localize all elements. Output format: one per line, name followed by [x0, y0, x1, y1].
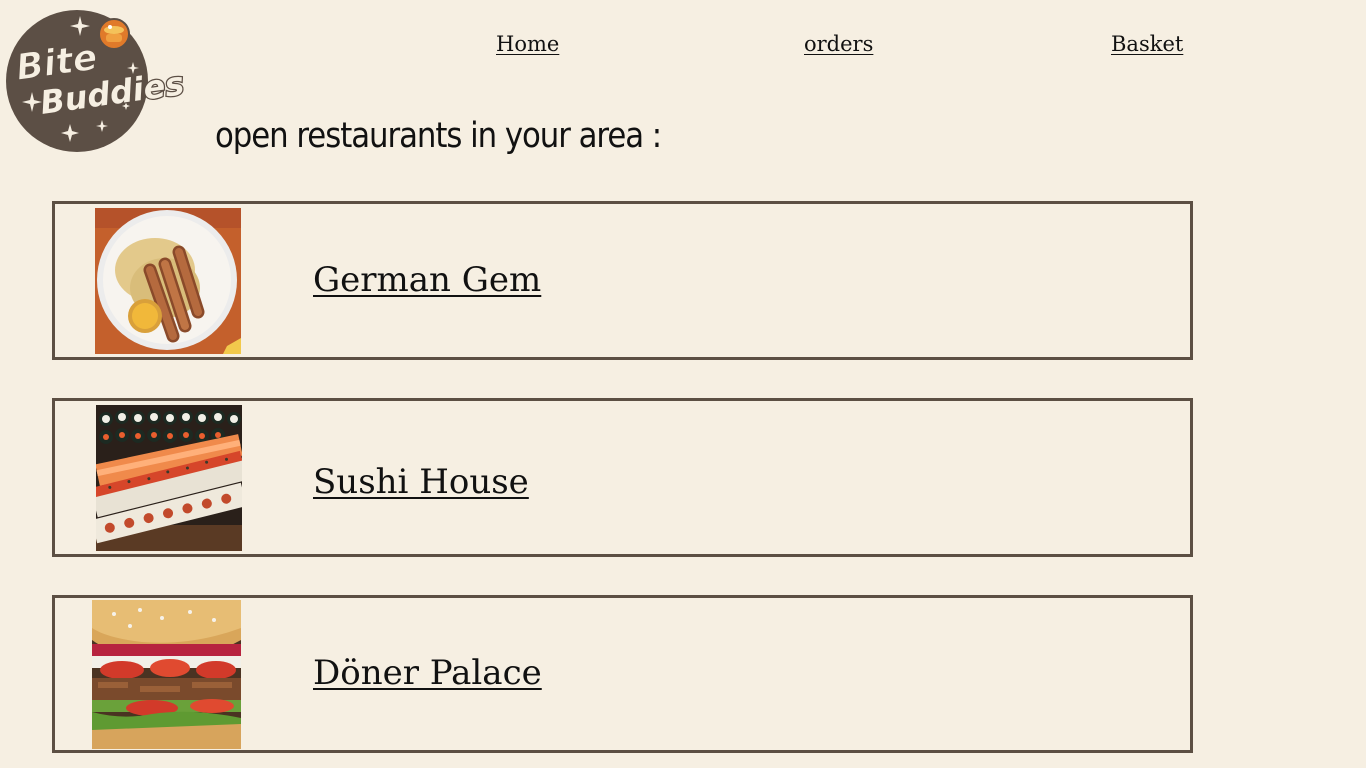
doner-kebab-photo[interactable]: [92, 600, 241, 749]
restaurant-name-link[interactable]: Döner Palace: [313, 653, 542, 693]
nav-basket-link[interactable]: Basket: [1111, 31, 1183, 57]
page-heading: open restaurants in your area :: [215, 116, 662, 156]
sausages-plate-photo[interactable]: [95, 208, 241, 354]
sushi-rolls-photo[interactable]: [96, 405, 242, 551]
cooking-pot-icon: [98, 18, 130, 50]
bite-buddies-logo[interactable]: Bite Buddies: [6, 10, 186, 155]
restaurant-card-sushi-house[interactable]: Sushi House: [52, 398, 1193, 557]
restaurant-name-link[interactable]: Sushi House: [313, 462, 529, 502]
restaurant-name-link[interactable]: German Gem: [313, 260, 541, 300]
nav-home-link[interactable]: Home: [496, 31, 559, 57]
restaurant-card-doner-palace[interactable]: Döner Palace: [52, 595, 1193, 753]
restaurant-card-german-gem[interactable]: German Gem: [52, 201, 1193, 360]
nav-orders-link[interactable]: orders: [804, 31, 873, 57]
